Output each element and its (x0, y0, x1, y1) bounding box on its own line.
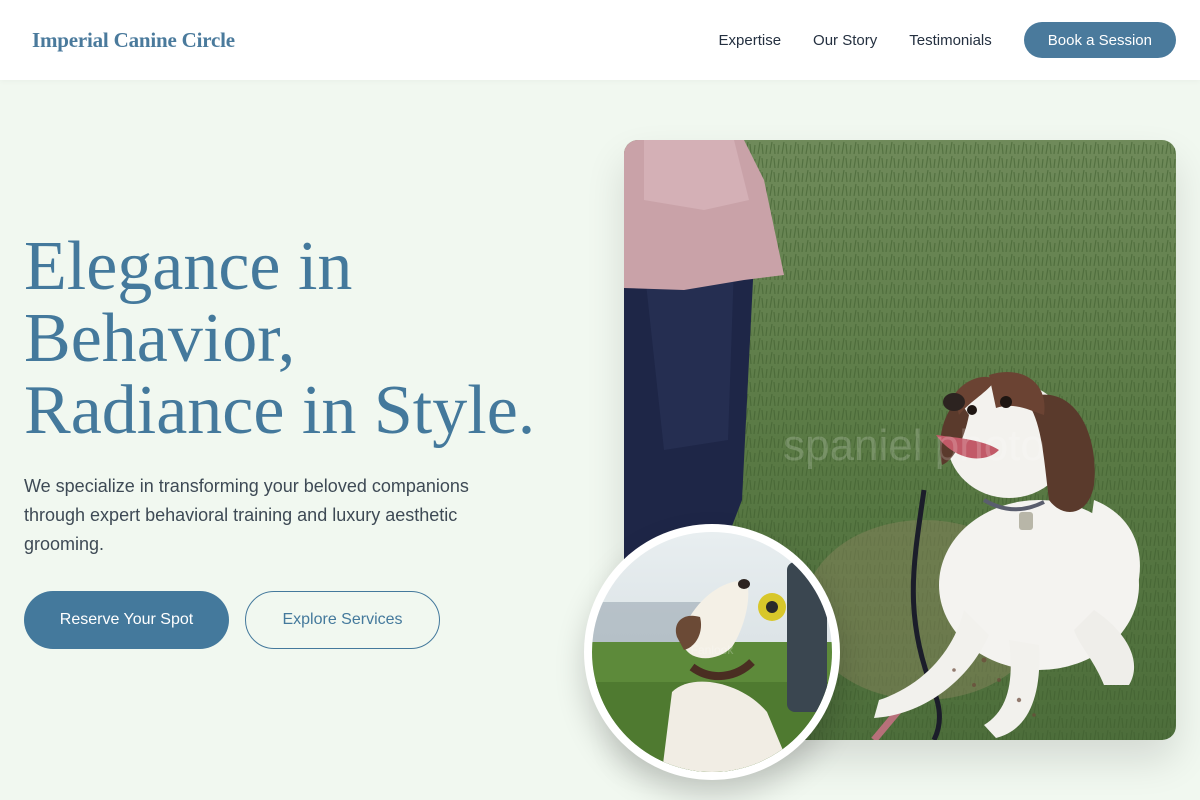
hero-title: Elegance in Behavior, Radiance in Style. (24, 231, 584, 447)
svg-text:spaniel photo: spaniel photo (783, 421, 1045, 470)
puppy-photo-illustration: Fanlook (592, 532, 832, 772)
hero-title-line-3: Radiance in Style. (24, 372, 536, 449)
svg-text:Fanlook: Fanlook (691, 643, 735, 657)
site-header: Imperial Canine Circle Expertise Our Sto… (0, 0, 1200, 80)
hero-subtitle: We specialize in transforming your belov… (24, 476, 469, 554)
explore-services-button[interactable]: Explore Services (245, 591, 440, 649)
circle-inset-photo: Fanlook (584, 524, 840, 780)
brand-logo[interactable]: Imperial Canine Circle (32, 28, 235, 53)
nav-link-our-story[interactable]: Our Story (813, 32, 877, 49)
nav-link-expertise[interactable]: Expertise (719, 32, 782, 49)
hero-title-line-2: Behavior, (24, 300, 296, 377)
hero-title-line-1: Elegance in (24, 228, 353, 305)
main-nav: Expertise Our Story Testimonials Book a … (719, 22, 1176, 58)
book-session-button[interactable]: Book a Session (1023, 22, 1176, 58)
reserve-spot-button[interactable]: Reserve Your Spot (24, 591, 229, 649)
nav-link-testimonials[interactable]: Testimonials (909, 32, 992, 49)
